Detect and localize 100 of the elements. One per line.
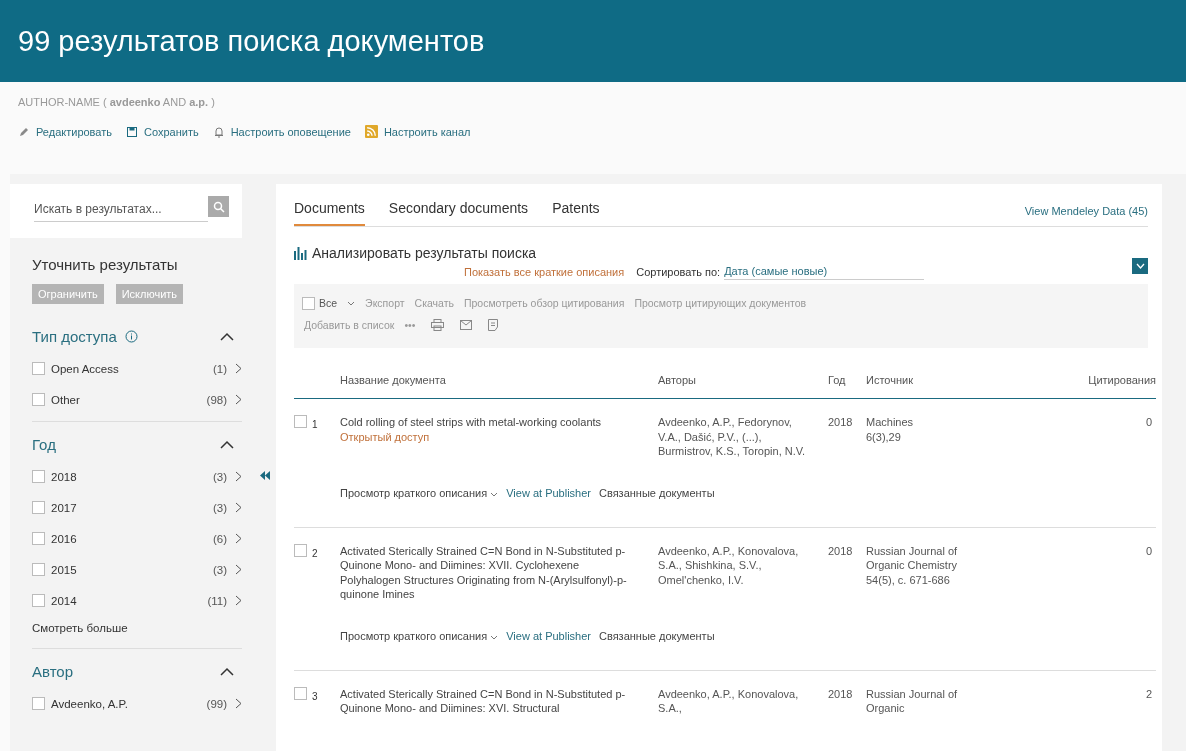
row-checkbox[interactable]: [294, 543, 307, 557]
facet-title: Год: [32, 436, 56, 453]
sort-dropdown[interactable]: Дата (самые новые): [724, 263, 925, 280]
facet-option[interactable]: Other: [51, 393, 80, 406]
chevron-right-icon[interactable]: [235, 533, 242, 544]
source-text: 54(5), с. 671-686: [866, 572, 951, 587]
action-link[interactable]: Сохранить: [126, 125, 199, 138]
chevron-right-icon[interactable]: [235, 471, 242, 482]
facet-option[interactable]: 2015: [51, 563, 77, 576]
show-more-link[interactable]: Смотреть больше: [32, 622, 242, 634]
column-header[interactable]: Источник: [866, 374, 986, 386]
floppy-icon: [126, 125, 138, 138]
checkbox[interactable]: [32, 532, 45, 545]
show-abstracts-link[interactable]: Показать все краткие описания: [464, 265, 625, 278]
document-icon[interactable]: [488, 319, 499, 331]
chevron-right-icon[interactable]: [235, 595, 242, 606]
tab[interactable]: Secondary documents: [388, 196, 529, 226]
column-header[interactable]: Цитирования: [986, 374, 1156, 386]
authors-cell-text: Avdeenko, A.P., Fedorynov, V.A., Dašić, P.V., (...), Burmistrov, K.S., Toropin, N.V.: [658, 415, 807, 459]
search-box[interactable]: Искать в результатах...: [10, 184, 242, 238]
result-count: (3): [212, 470, 227, 483]
collapse-sidebar-icon[interactable]: [260, 471, 270, 480]
result-count: (6): [212, 532, 227, 545]
source-text: Machines: [866, 415, 915, 430]
result-count: (3): [212, 501, 227, 514]
facet-option[interactable]: Open Access: [51, 362, 119, 375]
facet-option[interactable]: 2018: [51, 470, 77, 483]
chevron-right-icon[interactable]: [235, 394, 242, 405]
dropdown-button[interactable]: [1132, 257, 1148, 274]
row-checkbox[interactable]: [294, 686, 307, 700]
chevron-right-icon[interactable]: [235, 564, 242, 575]
action-link[interactable]: Редактировать: [18, 125, 112, 138]
collapse-icon[interactable]: [220, 440, 234, 449]
action-link[interactable]: Настроить оповещение: [212, 125, 351, 138]
search-query: AUTHOR-NAME ( avdeenko AND a.p. ): [18, 96, 216, 108]
related-documents-link[interactable]: Связанные документы: [599, 486, 715, 499]
info-icon[interactable]: [124, 330, 138, 343]
open-access-label: Открытый доступ: [340, 429, 431, 444]
authors-cell-text: Avdeenko, A.P., Konovalova, S.A., Shishkina, S.V., Omel'chenko, I.V.: [658, 543, 800, 588]
year-cell-text: 2018: [828, 415, 854, 430]
document-title-link[interactable]: Cold rolling of steel strips with metal-working coolants: [340, 415, 640, 430]
facet-option[interactable]: 2017: [51, 501, 77, 514]
search-icon: [212, 200, 225, 213]
result-count: (3): [212, 563, 227, 576]
citations-cell-text: 0: [1144, 543, 1153, 559]
row-checkbox[interactable]: [294, 415, 307, 428]
checkbox[interactable]: [32, 501, 45, 514]
checkbox[interactable]: [32, 470, 45, 483]
document-title-link[interactable]: Activated Sterically Strained C=N Bond in N-Substituted p-Quinone Mono- and Diimines: XVI. Structural: [340, 686, 640, 716]
publisher-link[interactable]: View at Publisher: [506, 486, 591, 499]
chevron-right-icon[interactable]: [235, 363, 242, 374]
tab[interactable]: Documents: [294, 196, 365, 226]
action-link[interactable]: Настроить канал: [364, 125, 471, 138]
bar-chart-icon: [294, 246, 308, 260]
bell-icon: [212, 125, 225, 138]
refine-title: Уточнить результаты: [32, 256, 179, 273]
source-text: Russian Journal of Organic Chemistry: [866, 543, 959, 573]
caret-icon[interactable]: [347, 300, 356, 306]
column-header[interactable]: Авторы: [658, 374, 814, 386]
column-header[interactable]: Название документа: [340, 374, 658, 386]
caret-icon: [1135, 262, 1145, 269]
abstract-toggle[interactable]: Просмотр краткого описания: [340, 629, 499, 642]
row-number: 2: [312, 546, 318, 561]
facet-option[interactable]: 2016: [51, 532, 77, 545]
column-header[interactable]: Год: [828, 374, 860, 386]
caret-icon: [490, 634, 499, 640]
collapse-icon[interactable]: [220, 332, 234, 341]
analyze-link[interactable]: Анализировать результаты поиска: [312, 245, 537, 261]
mendeley-link[interactable]: View Mendeley Data (45): [1024, 205, 1148, 226]
chevron-right-icon[interactable]: [235, 502, 242, 513]
result-count: (99): [206, 697, 227, 710]
year-cell-text: 2018: [828, 686, 854, 702]
search-field[interactable]: Искать в результатах...: [34, 196, 208, 222]
checkbox[interactable]: [32, 594, 45, 607]
abstract-toggle[interactable]: Просмотр краткого описания: [340, 486, 499, 499]
authors-cell-text: Avdeenko, A.P., Konovalova, S.A.,: [658, 686, 800, 716]
source-text: Russian Journal of Organic: [866, 686, 959, 716]
chevron-right-icon[interactable]: [235, 698, 242, 709]
select-all-menu[interactable]: Все: [319, 297, 338, 309]
related-documents-link[interactable]: Связанные документы: [599, 629, 715, 642]
facet-title: Тип доступа: [32, 328, 117, 345]
checkbox[interactable]: [32, 393, 45, 406]
page-title: 99 результатов поиска документов: [18, 24, 485, 58]
document-title-link[interactable]: Activated Sterically Strained C=N Bond in N-Substituted p-Quinone Mono- and Diimines: XVII. Cyclohexene Polyhalogen Structures Originating from N-(Arylsulfonyl)-p-quinone Imines: [340, 543, 640, 602]
select-all-checkbox[interactable]: [302, 296, 315, 310]
collapse-icon[interactable]: [220, 667, 234, 676]
email-icon[interactable]: [460, 320, 473, 330]
tab[interactable]: Patents: [552, 196, 600, 226]
checkbox[interactable]: [32, 697, 45, 710]
checkbox[interactable]: [32, 362, 45, 375]
facet-option[interactable]: Avdeenko, A.P.: [51, 697, 128, 710]
search-button[interactable]: [208, 196, 229, 217]
caret-icon: [490, 491, 499, 497]
checkbox[interactable]: [32, 563, 45, 576]
print-icon[interactable]: [431, 319, 445, 331]
result-count: (1): [212, 362, 227, 375]
facet-option[interactable]: 2014: [51, 594, 77, 607]
citations-cell-text: 0: [1144, 415, 1153, 430]
publisher-link[interactable]: View at Publisher: [506, 629, 591, 642]
sort-label: Сортировать по:: [636, 265, 721, 278]
